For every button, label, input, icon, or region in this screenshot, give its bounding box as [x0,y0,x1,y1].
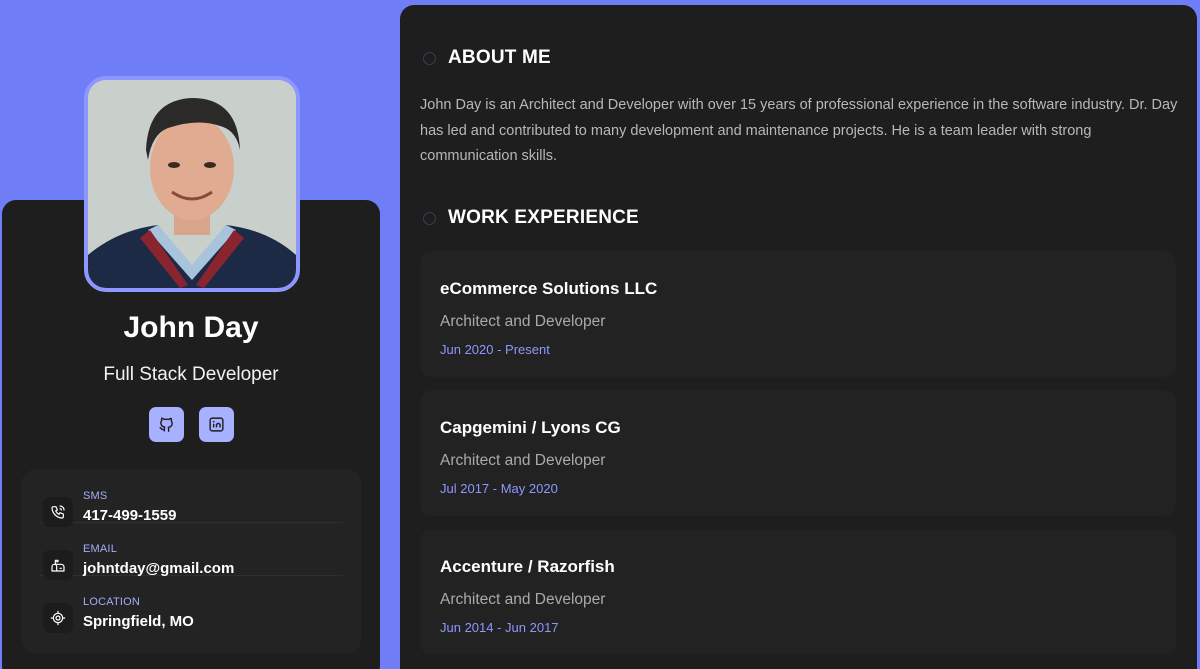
experience-title: WORK EXPERIENCE [448,207,639,228]
location-icon [43,603,73,633]
avatar [84,76,300,292]
contact-label: EMAIL [83,543,118,555]
job-company: eCommerce Solutions LLC [440,279,658,298]
about-text: John Day is an Architect and Developer w… [420,97,1178,164]
job-company: Accenture / Razorfish [440,557,615,576]
job-title: Architect and Developer [440,591,606,608]
job-title: Architect and Developer [440,313,606,330]
github-icon [159,417,173,432]
circle-bullet-icon [423,212,436,225]
job-card[interactable]: eCommerce Solutions LLC Architect and De… [420,251,1176,377]
contact-label: LOCATION [83,596,141,608]
contact-value: 417-499-1559 [83,507,177,524]
github-link[interactable] [149,407,184,442]
job-dates: Jul 2017 - May 2020 [440,481,558,496]
circle-bullet-icon [423,52,436,65]
contact-label: SMS [83,490,108,502]
job-dates: Jun 2014 - Jun 2017 [440,620,559,635]
contact-value: Springfield, MO [83,613,194,630]
linkedin-link[interactable] [199,407,234,442]
contact-value: johntday@gmail.com [83,560,235,577]
main-content: ABOUT ME John Day is an Architect and De… [400,5,1197,669]
job-title: Architect and Developer [440,452,606,469]
contact-sms[interactable]: SMS 417-499-1559 [40,470,343,527]
job-dates: Jun 2020 - Present [440,342,550,357]
linkedin-icon [209,417,224,432]
profile-photo [88,80,296,288]
job-card[interactable]: Accenture / Razorfish Architect and Deve… [420,529,1176,655]
job-card[interactable]: Capgemini / Lyons CG Architect and Devel… [420,390,1176,516]
contact-location[interactable]: LOCATION Springfield, MO [40,576,343,633]
job-company: Capgemini / Lyons CG [440,418,621,437]
contact-email[interactable]: EMAIL johntday@gmail.com [40,523,343,580]
profile-name: John Day [123,311,259,344]
contact-list: SMS 417-499-1559 EMAIL johntday@gmail.co… [22,470,361,653]
profile-role: Full Stack Developer [103,364,279,385]
about-title: ABOUT ME [448,47,551,68]
